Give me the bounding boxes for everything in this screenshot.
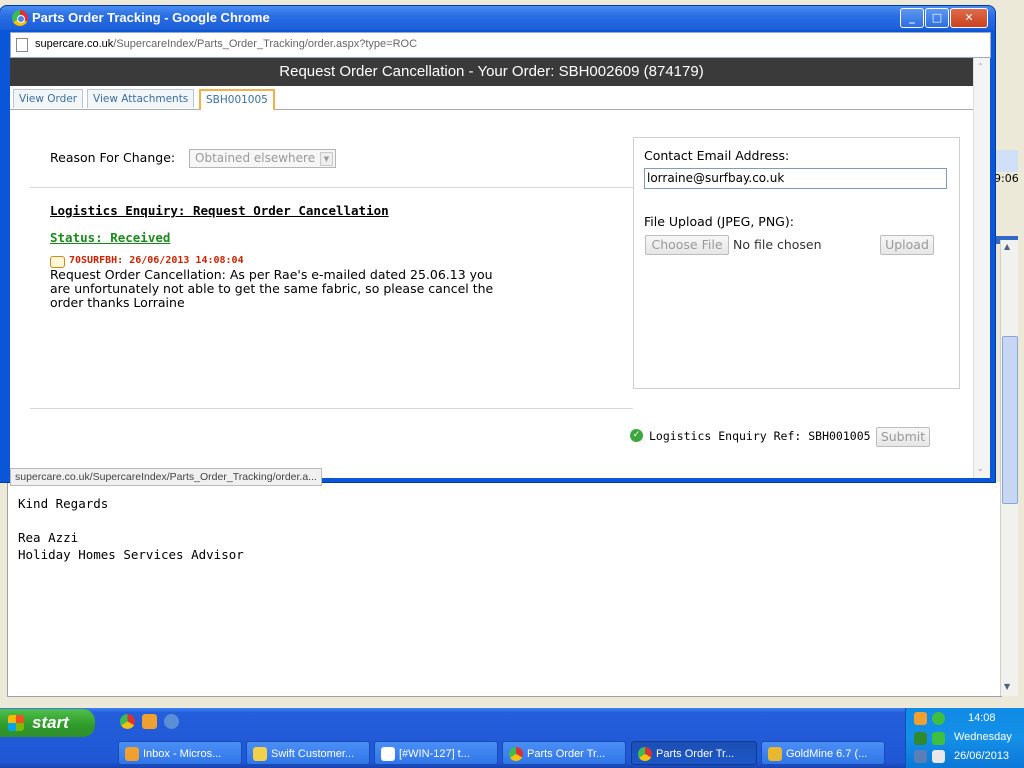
volume-tray-icon[interactable] [932, 750, 945, 763]
page-scrollbar[interactable]: ⌃ ⌄ [973, 58, 990, 478]
url-text[interactable]: supercare.co.uk/SupercareIndex/Parts_Ord… [35, 38, 417, 50]
ticket-app-icon [381, 747, 395, 761]
contact-upload-panel: Contact Email Address: lorraine@surfbay.… [633, 137, 960, 389]
page-content: Request Order Cancellation - Your Order:… [10, 58, 990, 486]
scroll-down-icon[interactable]: ▼ [1004, 682, 1010, 691]
choose-file-button[interactable]: Choose File [645, 235, 729, 255]
email-line: Holiday Homes Services Advisor [18, 547, 244, 562]
close-button[interactable]: ✕ [950, 8, 988, 28]
tab-bar: View Order View Attachments SBH001005 [10, 87, 973, 110]
taskbar-item-parts-order-1[interactable]: Parts Order Tr... [502, 741, 626, 765]
taskbar-item-swift[interactable]: Swift Customer... [246, 741, 370, 765]
upload-button[interactable]: Upload [880, 235, 934, 255]
background-side-panel [994, 0, 1024, 240]
chrome-logo-icon [12, 10, 28, 26]
taskbar-item-inbox[interactable]: Inbox - Micros... [118, 741, 242, 765]
address-bar[interactable]: supercare.co.uk/SupercareIndex/Parts_Ord… [10, 32, 991, 58]
chevron-down-icon: ▼ [320, 152, 333, 166]
page-header: Request Order Cancellation - Your Order:… [10, 58, 973, 86]
reason-value: Obtained elsewhere [195, 151, 316, 165]
scroll-up-icon[interactable]: ⌃ [977, 62, 984, 71]
tab-view-attachments[interactable]: View Attachments [87, 89, 195, 108]
scroll-up-icon[interactable]: ▲ [1004, 242, 1010, 251]
chrome-quicklaunch-icon[interactable] [120, 714, 135, 729]
title-bar[interactable]: Parts Order Tracking - Google Chrome _ □… [0, 6, 995, 30]
taskbar-item-parts-order-2[interactable]: Parts Order Tr... [631, 741, 757, 765]
email-scrollbar[interactable]: ▲ ▼ [1000, 240, 1018, 696]
maximize-button[interactable]: □ [925, 8, 949, 28]
enquiry-ref: Logistics Enquiry Ref: SBH001005 [649, 429, 871, 443]
submit-button[interactable]: Submit [876, 427, 930, 447]
window-title: Parts Order Tracking - Google Chrome [32, 10, 270, 25]
minimize-button[interactable]: _ [900, 8, 924, 28]
status-link[interactable]: Status: Received [50, 230, 170, 245]
reason-label: Reason For Change: [50, 150, 176, 165]
scrollbar-thumb[interactable] [1002, 336, 1018, 504]
email-field[interactable]: lorraine@surfbay.co.uk [644, 168, 947, 189]
check-icon: ✓ [630, 429, 643, 442]
no-file-text: No file chosen [733, 237, 822, 252]
note-body: Request Order Cancellation: As per Rae's… [50, 267, 494, 310]
email-body[interactable]: Kind Regards Rea Azzi Holiday Homes Serv… [7, 482, 1002, 697]
start-button[interactable]: start [0, 709, 95, 737]
taskbar: start Inbox - Micros... Swift Customer..… [0, 708, 1024, 768]
chrome-icon [509, 747, 523, 761]
outlook-icon [125, 747, 139, 761]
network-tray-icon[interactable] [914, 732, 927, 745]
scroll-down-icon[interactable]: ⌄ [977, 464, 984, 473]
page-icon [16, 38, 28, 52]
email-label: Contact Email Address: [644, 148, 790, 163]
ie-quicklaunch-icon[interactable] [164, 714, 179, 729]
taskbar-item-goldmine[interactable]: GoldMine 6.7 (... [761, 741, 885, 765]
mail-icon [253, 747, 267, 761]
divider [30, 187, 633, 188]
taskbar-item-ticket[interactable]: [#WIN-127] t... [374, 741, 498, 765]
outlook-quicklaunch-icon[interactable] [142, 714, 157, 729]
display-tray-icon[interactable] [914, 750, 927, 763]
system-tray: 14:08 Wednesday 26/06/2013 [905, 708, 1024, 768]
email-line: Rea Azzi [18, 530, 79, 545]
clock-date: 26/06/2013 [954, 750, 1010, 762]
email-line: Kind Regards [18, 496, 109, 511]
security-tray-icon[interactable] [932, 732, 945, 745]
upload-label: File Upload (JPEG, PNG): [644, 214, 794, 229]
note-meta: 70SURFBH: 26/06/2013 14:08:04 [69, 255, 244, 266]
outlook-tray-icon[interactable] [914, 712, 927, 725]
divider [30, 408, 633, 409]
goldmine-icon [768, 747, 782, 761]
clock-time[interactable]: 14:08 [968, 712, 996, 724]
windows-logo-icon [8, 715, 24, 731]
enquiry-title: Logistics Enquiry: Request Order Cancell… [50, 203, 389, 218]
tab-sbh001005[interactable]: SBH001005 [199, 89, 275, 110]
chrome-icon [638, 747, 652, 761]
status-bar-url: supercare.co.uk/SupercareIndex/Parts_Ord… [10, 468, 322, 486]
background-time-fragment: 9:06 [994, 172, 1019, 185]
status-tray-icon[interactable] [932, 712, 945, 725]
tab-view-order[interactable]: View Order [13, 89, 84, 108]
reason-select[interactable]: Obtained elsewhere ▼ [189, 149, 336, 168]
background-panel-fragment [996, 150, 1018, 172]
chrome-popup-window: Parts Order Tracking - Google Chrome _ □… [0, 6, 995, 486]
clock-day: Wednesday [954, 731, 1012, 743]
